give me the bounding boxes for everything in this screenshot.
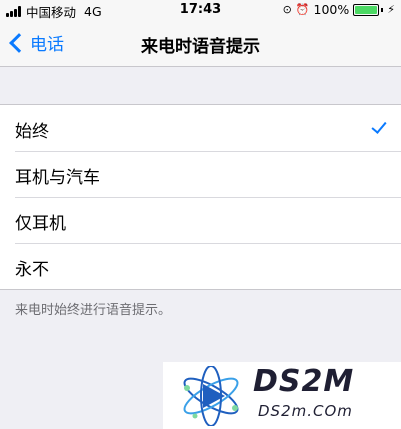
battery-percent: 100%: [313, 2, 350, 17]
page-title: 来电时语音提示: [141, 37, 260, 57]
status-bar: 中国移动 4G 17:43 ⊙ ⏰ 100% ⚡: [0, 0, 401, 20]
option-headphones-and-car[interactable]: 耳机与汽车: [0, 151, 401, 197]
option-headphones-only[interactable]: 仅耳机: [0, 197, 401, 243]
battery-fill: [355, 5, 378, 14]
status-bar-right: ⊙ ⏰ 100% ⚡: [283, 2, 395, 17]
battery-icon: [353, 3, 380, 16]
alarm-icon: ⏰: [295, 3, 310, 16]
option-always[interactable]: 始终: [0, 105, 401, 151]
option-label: 仅耳机: [15, 214, 66, 234]
options-list: 始终 耳机与汽车 仅耳机 永不: [0, 104, 401, 290]
option-label: 耳机与汽车: [15, 168, 100, 188]
watermark-logo-icon: [183, 366, 239, 426]
watermark: DS2M DS2m.COm: [163, 362, 401, 429]
watermark-domain: DS2m.COm: [258, 402, 353, 420]
charging-icon: ⚡: [387, 3, 395, 16]
option-never[interactable]: 永不: [0, 243, 401, 289]
nav-bar: 电话 来电时语音提示: [0, 20, 401, 67]
option-label: 永不: [15, 260, 49, 280]
location-icon: ⊙: [282, 3, 292, 16]
battery-tip: [381, 7, 384, 12]
watermark-brand: DS2M: [253, 364, 355, 399]
option-label: 始终: [15, 122, 49, 142]
checkmark-icon: [371, 118, 387, 134]
footer-note: 来电时始终进行语音提示。: [15, 303, 172, 318]
